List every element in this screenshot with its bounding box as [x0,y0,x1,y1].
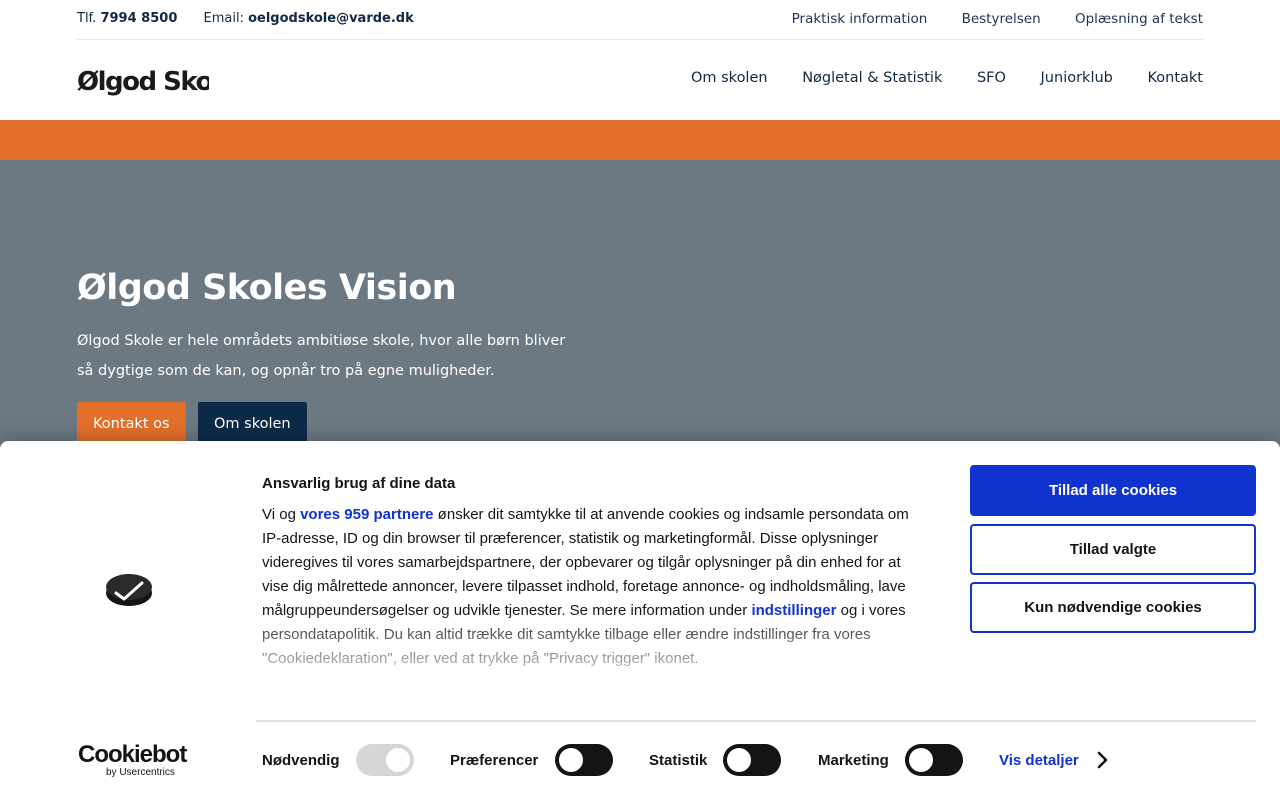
hero-text: Ølgod Skole er hele områdets ambitiøse s… [77,333,566,379]
email-label: Email: [203,11,244,26]
necessary-toggle [356,744,414,776]
email-link[interactable]: oelgodskole@varde.dk [248,11,414,26]
toggle-label-preferences: Præferencer [450,752,539,769]
preferences-toggle[interactable] [555,744,613,776]
allow-selected-button[interactable]: Tillad valgte [970,524,1256,575]
toggle-label-statistics: Statistik [649,752,708,769]
allow-all-cookies-button[interactable]: Tillad alle cookies [970,465,1256,516]
contact-info: Tlf. 7994 8500 Email: oelgodskole@varde.… [77,11,414,26]
toggle-label-necessary: Nødvendig [262,752,340,769]
necessary-only-button[interactable]: Kun nødvendige cookies [970,582,1256,633]
hero-title: Ølgod Skoles Vision [77,268,457,308]
site-logo[interactable]: Ølgod Skole [77,62,209,98]
top-bar-inner: Tlf. 7994 8500 Email: oelgodskole@varde.… [77,0,1203,40]
nav-om-skolen[interactable]: Om skolen [691,70,768,86]
utility-nav: Praktisk information Bestyrelsen Oplæsni… [762,11,1203,27]
utility-link-oplaesning[interactable]: Oplæsning af tekst [1075,11,1203,27]
phone-link[interactable]: 7994 8500 [100,11,177,26]
nav-kontakt[interactable]: Kontakt [1147,70,1203,86]
marketing-toggle[interactable] [905,744,963,776]
utility-link-bestyrelsen[interactable]: Bestyrelsen [962,11,1041,27]
cookie-title: Ansvarlig brug af dine data [262,475,456,492]
cookie-consent-dialog: Ansvarlig brug af dine data Vi og vores … [0,441,1280,800]
statistics-toggle[interactable] [723,744,781,776]
cookiebot-badge-icon [106,574,152,606]
toggle-knob [909,748,933,772]
cookiebot-logo-sub: by Usercentrics [106,767,175,778]
cookie-description: Vi og vores 959 partnere ønsker dit samt… [262,503,926,693]
settings-link[interactable]: indstillinger [751,602,836,619]
nav-sfo[interactable]: SFO [977,70,1006,86]
cookiebot-logo[interactable]: Cookiebot by Usercentrics [78,743,188,779]
contact-button[interactable]: Kontakt os [77,402,186,446]
main-nav: Om skolen Nøgletal & Statistik SFO Junio… [661,70,1203,86]
svg-text:Ølgod Skole: Ølgod Skole [77,67,209,97]
cookie-body-pre: Vi og [262,506,301,523]
orange-band [0,120,1280,160]
site-header: Ølgod Skole Om skolen Nøgletal & Statist… [0,40,1280,120]
nav-noegletal-statistik[interactable]: Nøgletal & Statistik [802,70,942,86]
nav-juniorklub[interactable]: Juniorklub [1041,70,1113,86]
cookie-divider [256,720,1256,722]
toggle-knob [386,748,410,772]
about-school-button[interactable]: Om skolen [198,402,307,446]
phone-label: Tlf. [77,11,97,26]
utility-link-praktisk-information[interactable]: Praktisk information [792,11,928,27]
toggle-knob [727,748,751,772]
show-details-link[interactable]: Vis detaljer [999,752,1079,769]
top-bar: Tlf. 7994 8500 Email: oelgodskole@varde.… [0,0,1280,40]
cookiebot-logo-main: Cookiebot [78,741,187,768]
chevron-right-icon[interactable] [1096,751,1110,769]
toggle-knob [559,748,583,772]
toggle-label-marketing: Marketing [818,752,889,769]
partners-link[interactable]: vores 959 partnere [300,506,433,523]
